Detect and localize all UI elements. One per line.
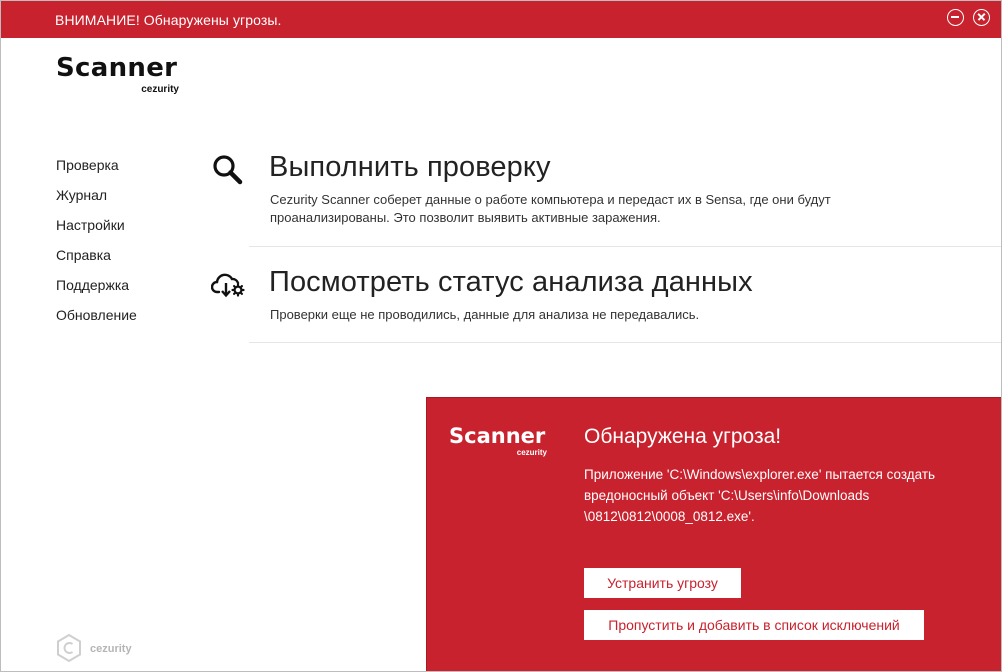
footer-logo: cezurity (56, 633, 146, 663)
run-scan-heading[interactable]: Выполнить проверку (269, 151, 551, 184)
divider (249, 342, 1001, 343)
sidebar-item-scan[interactable]: Проверка (56, 154, 137, 184)
threat-alert-popup: Scanner cezurity Обнаружена угроза! Прил… (426, 397, 1001, 671)
close-circle-icon[interactable] (973, 9, 990, 26)
sidebar-nav: Проверка Журнал Настройки Справка Поддер… (56, 154, 137, 334)
fix-threat-button[interactable]: Устранить угрозу (584, 568, 741, 598)
sidebar-item-settings[interactable]: Настройки (56, 214, 137, 244)
footer-logo-text: cezurity (90, 643, 132, 655)
magnifier-icon (213, 155, 243, 185)
analysis-status-description: Проверки еще не проводились, данные для … (270, 307, 700, 322)
alert-title: Обнаружена угроза! (584, 425, 782, 448)
app-window: ВНИМАНИЕ! Обнаружены угрозы. Scanner cez… (0, 0, 1002, 672)
minimize-circle-icon[interactable] (947, 9, 964, 26)
title-bar: ВНИМАНИЕ! Обнаружены угрозы. (1, 1, 1001, 38)
sidebar-item-support[interactable]: Поддержка (56, 274, 137, 304)
sidebar-item-update[interactable]: Обновление (56, 304, 137, 334)
cloud-gear-icon (211, 273, 245, 298)
divider (249, 246, 1001, 247)
app-logo: Scanner cezurity (56, 53, 181, 95)
cezurity-hexagon-icon (57, 633, 81, 663)
alert-logo-brand: Scanner (449, 424, 546, 448)
alert-logo: Scanner cezurity (449, 424, 549, 457)
sidebar-item-log[interactable]: Журнал (56, 184, 137, 214)
logo-brand: Scanner (56, 53, 178, 83)
analysis-status-heading[interactable]: Посмотреть статус анализа данных (269, 266, 753, 299)
run-scan-description: Cezurity Scanner соберет данные о работе… (270, 192, 831, 225)
sidebar-item-help[interactable]: Справка (56, 244, 137, 274)
alert-message: Приложение 'C:\Windows\explorer.exe' пыт… (584, 467, 936, 524)
alert-logo-sub: cezurity (516, 448, 547, 457)
logo-sub: cezurity (141, 84, 179, 95)
skip-and-exclude-button[interactable]: Пропустить и добавить в список исключени… (584, 610, 924, 640)
window-title: ВНИМАНИЕ! Обнаружены угрозы. (55, 12, 282, 28)
